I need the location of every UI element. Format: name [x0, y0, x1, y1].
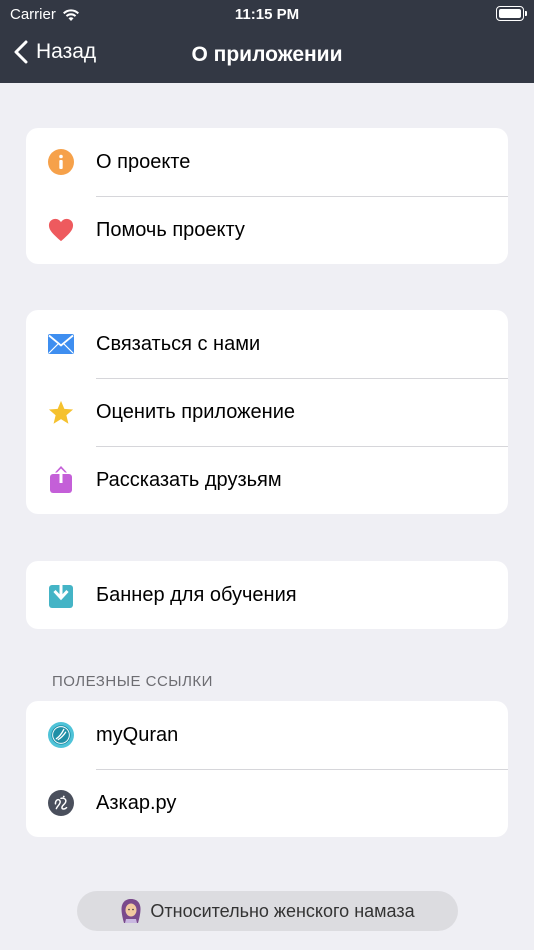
menu-item-label: О проекте: [96, 150, 191, 173]
battery-icon: [496, 6, 527, 21]
contact-group: Связаться с нами Оценить приложение Расс…: [26, 310, 508, 514]
useful-links-group: myQuran Азкар.ру: [26, 701, 508, 837]
woman-hijab-icon: [121, 899, 141, 923]
menu-item-help-project[interactable]: Помочь проекту: [26, 196, 508, 264]
menu-item-training-banner[interactable]: Баннер для обучения: [26, 561, 508, 629]
menu-item-label: Связаться с нами: [96, 332, 261, 355]
menu-item-label: Оценить приложение: [96, 400, 296, 423]
menu-item-share-friends[interactable]: Рассказать друзьям: [26, 446, 508, 514]
heart-icon: [48, 217, 74, 243]
myquran-icon: [48, 722, 74, 748]
menu-item-rate-app[interactable]: Оценить приложение: [26, 378, 508, 446]
download-icon: [48, 581, 74, 608]
women-prayer-label: Относительно женского намаза: [150, 900, 415, 921]
status-bar: Carrier 11:15 PM: [0, 0, 534, 30]
about-group: О проекте Помочь проекту: [26, 128, 508, 264]
azkar-icon: [48, 790, 74, 816]
link-item-label: Азкар.ру: [96, 791, 177, 814]
menu-item-label: Баннер для обучения: [96, 583, 297, 606]
menu-item-label: Рассказать друзьям: [96, 468, 282, 491]
banner-group: Баннер для обучения: [26, 561, 508, 629]
link-item-myquran[interactable]: myQuran: [26, 701, 508, 769]
info-icon: [48, 149, 74, 175]
women-prayer-button[interactable]: Относительно женского намаза: [77, 891, 458, 931]
navigation-bar: Carrier 11:15 PM Назад О приложении: [0, 0, 534, 83]
status-time: 11:15 PM: [234, 6, 300, 23]
menu-item-about-project[interactable]: О проекте: [26, 128, 508, 196]
link-item-azkar[interactable]: Азкар.ру: [26, 769, 508, 837]
page-title: О приложении: [191, 43, 343, 66]
share-icon: [48, 466, 74, 493]
mail-icon: [48, 331, 74, 357]
menu-item-label: Помочь проекту: [96, 218, 245, 241]
star-icon: [48, 399, 74, 425]
menu-item-contact-us[interactable]: Связаться с нами: [26, 310, 508, 378]
link-item-label: myQuran: [96, 723, 179, 746]
section-header-useful-links: ПОЛЕЗНЫЕ ССЫЛКИ: [52, 673, 213, 690]
